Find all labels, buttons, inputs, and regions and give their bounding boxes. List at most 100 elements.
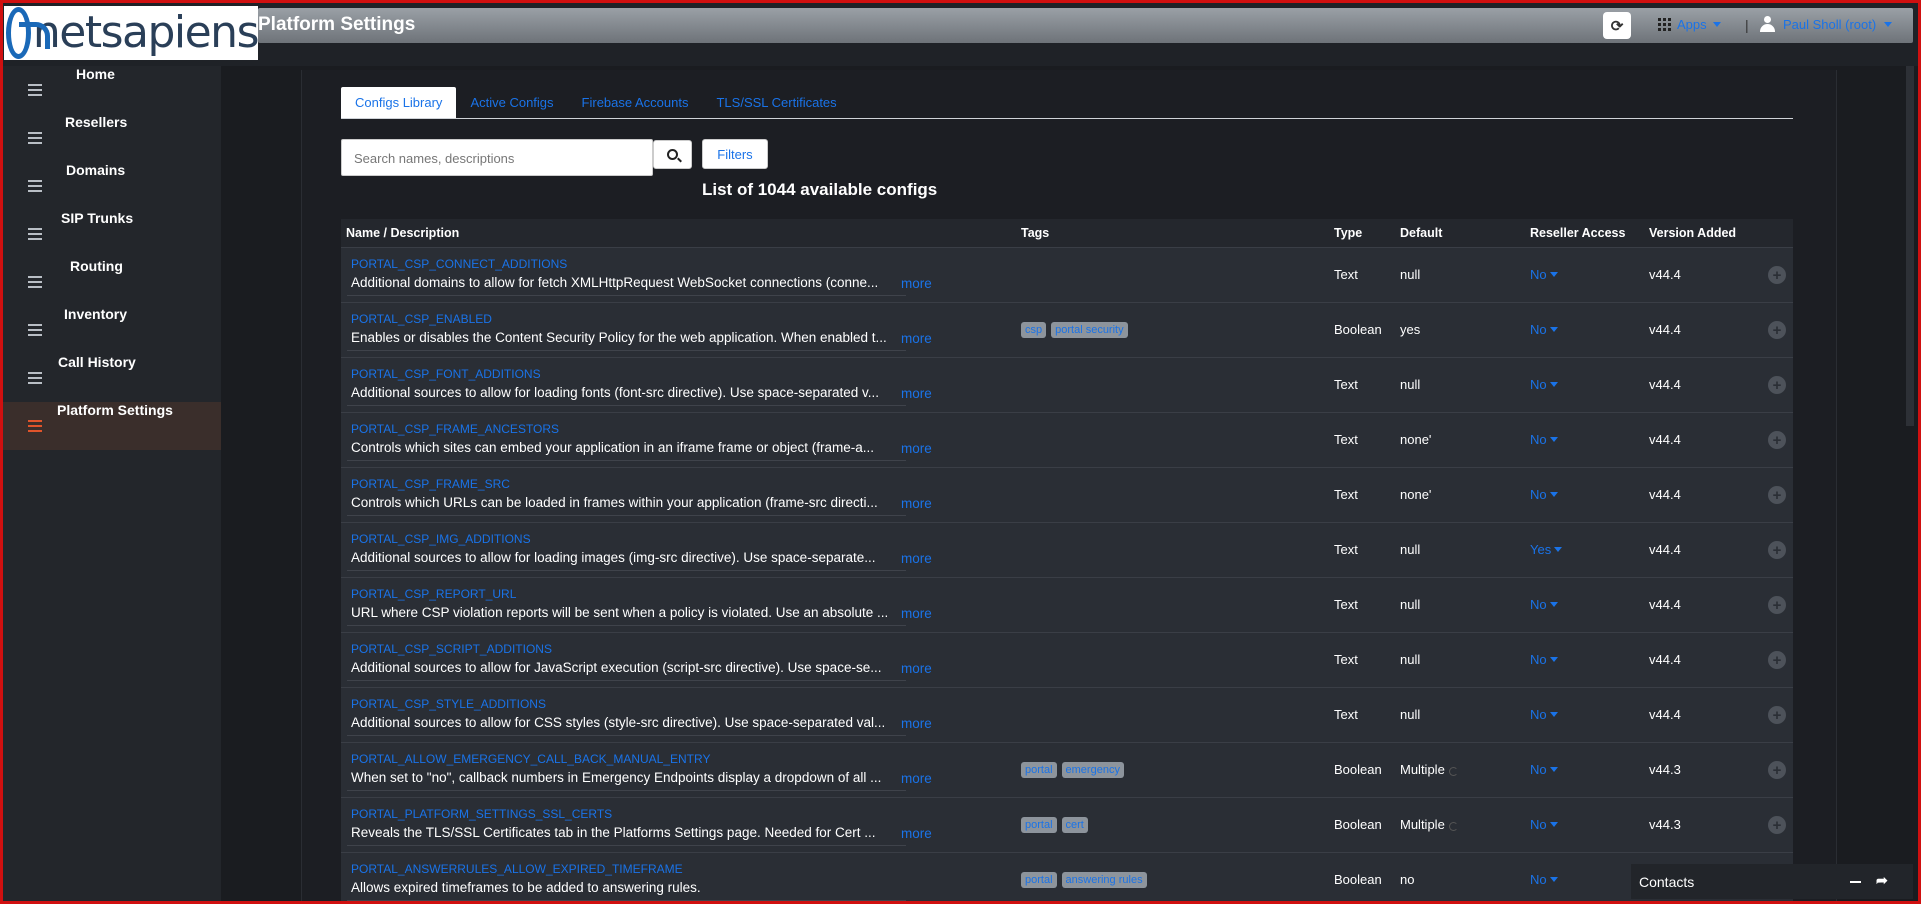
contacts-panel[interactable]: Contacts ➦ [1631,864,1913,899]
reseller-access-dropdown[interactable]: Yes [1530,542,1563,557]
apps-menu[interactable]: Apps [1658,17,1721,32]
chevron-down-icon [1549,492,1558,497]
config-name-link[interactable]: PORTAL_CSP_FRAME_SRC [351,477,510,491]
table-row: PORTAL_CSP_ENABLED Enables or disables th… [341,302,1793,357]
sidebar-item-platform-settings[interactable]: Platform Settings [0,402,221,450]
tab-firebase-accounts[interactable]: Firebase Accounts [568,87,703,118]
more-link[interactable]: more [901,496,932,511]
more-link[interactable]: more [901,661,932,676]
config-description: Reveals the TLS/SSL Certificates tab in … [351,825,876,840]
search-input[interactable]: Search names, descriptions [341,139,653,176]
config-name-link[interactable]: PORTAL_CSP_IMG_ADDITIONS [351,532,531,546]
add-config-icon[interactable]: + [1768,761,1786,779]
tag-badge[interactable]: csp [1021,322,1047,338]
add-config-icon[interactable]: + [1768,596,1786,614]
sidebar-item-label: Home [76,66,115,82]
column-header-type[interactable]: Type [1334,226,1362,240]
more-link[interactable]: more [901,771,932,786]
more-link[interactable]: more [901,606,932,621]
config-description: URL where CSP violation reports will be … [351,605,889,620]
add-config-icon[interactable]: + [1768,541,1786,559]
sidebar-item-routing[interactable]: Routing [0,258,221,306]
config-name-link[interactable]: PORTAL_PLATFORM_SETTINGS_SSL_CERTS [351,807,612,821]
tag-badge[interactable]: portal [1021,762,1057,778]
reseller-access-dropdown[interactable]: No [1530,377,1558,392]
reseller-access-value: No [1530,432,1547,447]
reseller-access-dropdown[interactable]: No [1530,487,1558,502]
default-cell: yes [1400,322,1420,337]
config-name-link[interactable]: PORTAL_CSP_FONT_ADDITIONS [351,367,541,381]
reseller-access-dropdown[interactable]: No [1530,432,1558,447]
config-name-link[interactable]: PORTAL_ALLOW_EMERGENCY_CALL_BACK_MANUAL_… [351,752,710,766]
reseller-access-dropdown[interactable]: No [1530,762,1558,777]
sidebar-item-domains[interactable]: Domains [0,162,221,210]
sidebar-item-sip-trunks[interactable]: SIP Trunks [0,210,221,258]
add-config-icon[interactable]: + [1768,706,1786,724]
add-config-icon[interactable]: + [1768,266,1786,284]
default-cell: null [1400,542,1420,557]
sidebar-item-inventory[interactable]: Inventory [0,306,221,354]
menu-icon [28,324,42,336]
user-menu[interactable]: Paul Sholl (root) [1760,16,1893,32]
column-header-default[interactable]: Default [1400,226,1442,240]
more-link[interactable]: more [901,441,932,456]
reseller-access-dropdown[interactable]: No [1530,817,1558,832]
search-button[interactable] [653,140,692,169]
tab-active-configs[interactable]: Active Configs [456,87,567,118]
more-link[interactable]: more [901,331,932,346]
column-header-tags[interactable]: Tags [1021,226,1049,240]
minimize-icon[interactable] [1850,881,1861,883]
more-link[interactable]: more [901,551,932,566]
config-name-link[interactable]: PORTAL_ANSWERRULES_ALLOW_EXPIRED_TIMEFRA… [351,862,683,876]
config-name-link[interactable]: PORTAL_CSP_FRAME_ANCESTORS [351,422,559,436]
popout-icon[interactable]: ➦ [1876,872,1888,889]
reseller-access-dropdown[interactable]: No [1530,267,1558,282]
refresh-button[interactable]: ⟳ [1603,12,1631,39]
reseller-access-dropdown[interactable]: No [1530,872,1558,887]
reseller-access-dropdown[interactable]: No [1530,707,1558,722]
more-link[interactable]: more [901,276,932,291]
sidebar-item-call-history[interactable]: Call History [0,354,221,402]
tab-tls-ssl-certificates[interactable]: TLS/SSL Certificates [702,87,850,118]
config-name-link[interactable]: PORTAL_CSP_CONNECT_ADDITIONS [351,257,567,271]
chevron-down-icon [1549,327,1558,332]
tab-configs-library[interactable]: Configs Library [341,87,457,118]
tag-badge[interactable]: portal security [1051,322,1128,338]
refresh-icon: ⟳ [1610,17,1624,35]
more-link[interactable]: more [901,826,932,841]
config-name-link[interactable]: PORTAL_CSP_REPORT_URL [351,587,516,601]
column-header-name[interactable]: Name / Description [346,226,459,240]
default-value: Multiple [1400,817,1445,832]
add-config-icon[interactable]: + [1768,651,1786,669]
config-name-link[interactable]: PORTAL_CSP_ENABLED [351,312,492,326]
top-bar: netsapiens Platform Settings ⟳ Apps | Pa… [0,0,1921,66]
config-name-link[interactable]: PORTAL_CSP_SCRIPT_ADDITIONS [351,642,552,656]
netsapiens-logo[interactable]: netsapiens [4,6,260,60]
filters-button[interactable]: Filters [702,139,768,169]
default-value: null [1400,542,1421,557]
more-link[interactable]: more [901,716,932,731]
reseller-access-value: No [1530,872,1547,887]
add-config-icon[interactable]: + [1768,486,1786,504]
tag-badge[interactable]: emergency [1061,762,1124,778]
column-header-reseller-access[interactable]: Reseller Access [1530,226,1625,240]
contacts-label: Contacts [1639,873,1695,890]
add-config-icon[interactable]: + [1768,431,1786,449]
sidebar-item-home[interactable]: Home [0,66,221,114]
reseller-access-dropdown[interactable]: No [1530,322,1558,337]
column-header-version-added[interactable]: Version Added [1649,226,1736,240]
tag-badge[interactable]: cert [1061,817,1088,833]
sidebar-item-resellers[interactable]: Resellers [0,114,221,162]
add-config-icon[interactable]: + [1768,376,1786,394]
reseller-access-dropdown[interactable]: No [1530,597,1558,612]
menu-icon [28,372,42,384]
tag-badge[interactable]: portal [1021,817,1057,833]
tag-badge[interactable]: answering rules [1061,872,1147,888]
tag-badge[interactable]: portal [1021,872,1057,888]
scrollbar[interactable] [1906,66,1914,426]
reseller-access-dropdown[interactable]: No [1530,652,1558,667]
add-config-icon[interactable]: + [1768,816,1786,834]
config-name-link[interactable]: PORTAL_CSP_STYLE_ADDITIONS [351,697,546,711]
more-link[interactable]: more [901,386,932,401]
add-config-icon[interactable]: + [1768,321,1786,339]
